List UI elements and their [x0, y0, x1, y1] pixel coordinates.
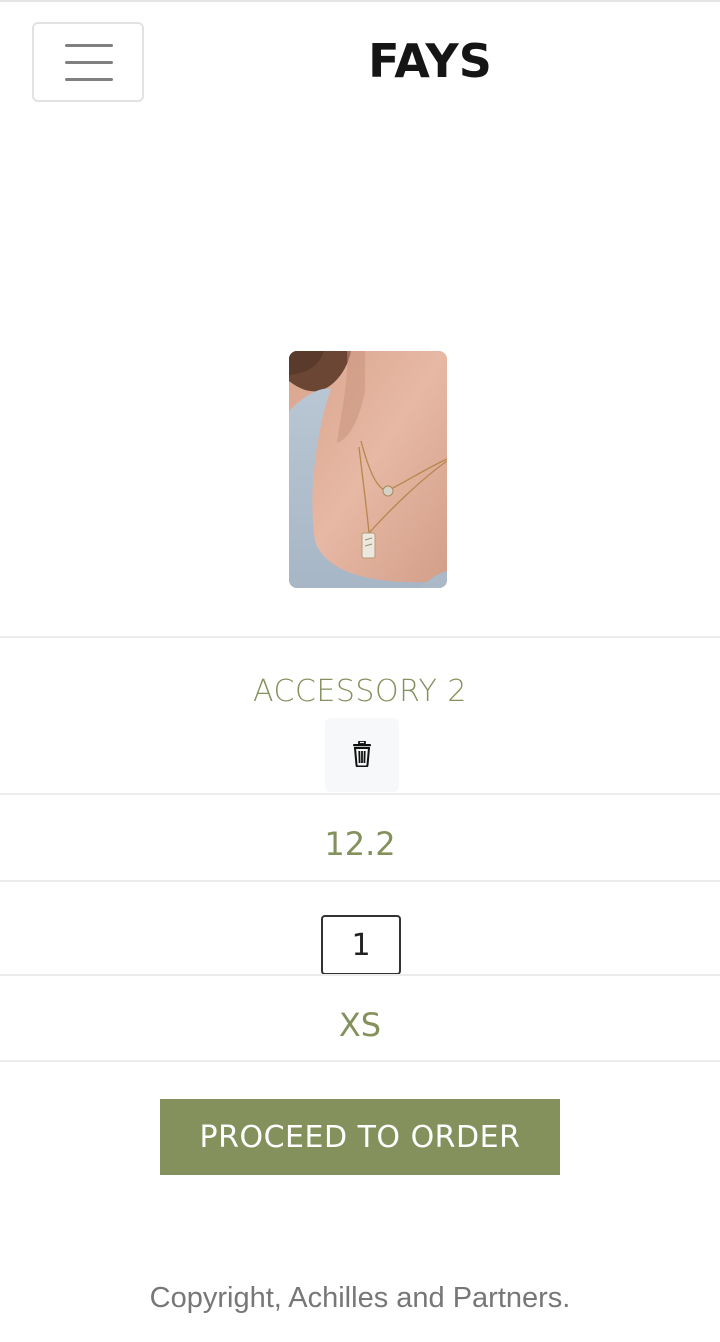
copyright-text: Copyright, Achilles and Partners.: [149, 1282, 571, 1314]
quantity-row: [0, 880, 720, 975]
quantity-input[interactable]: [321, 915, 401, 975]
trash-icon: [353, 741, 371, 767]
menu-toggle-button[interactable]: [32, 22, 144, 102]
product-price: 12.2: [324, 825, 396, 863]
brand-logo[interactable]: FAYS: [330, 34, 530, 88]
proceed-to-order-button[interactable]: PROCEED TO ORDER: [160, 1099, 560, 1175]
price-row: 12.2: [0, 793, 720, 881]
product-name-row: ACCESSORY 2: [0, 636, 720, 794]
product-size: XS: [338, 1006, 382, 1044]
size-row: XS: [0, 974, 720, 1062]
product-image: [289, 351, 447, 588]
cart-page: FAYS ACCESSORY 2 12.2 1 XS PROCEED TO OR…: [0, 0, 720, 1342]
delete-item-button[interactable]: [325, 718, 399, 792]
product-name: ACCESSORY 2: [253, 674, 467, 709]
